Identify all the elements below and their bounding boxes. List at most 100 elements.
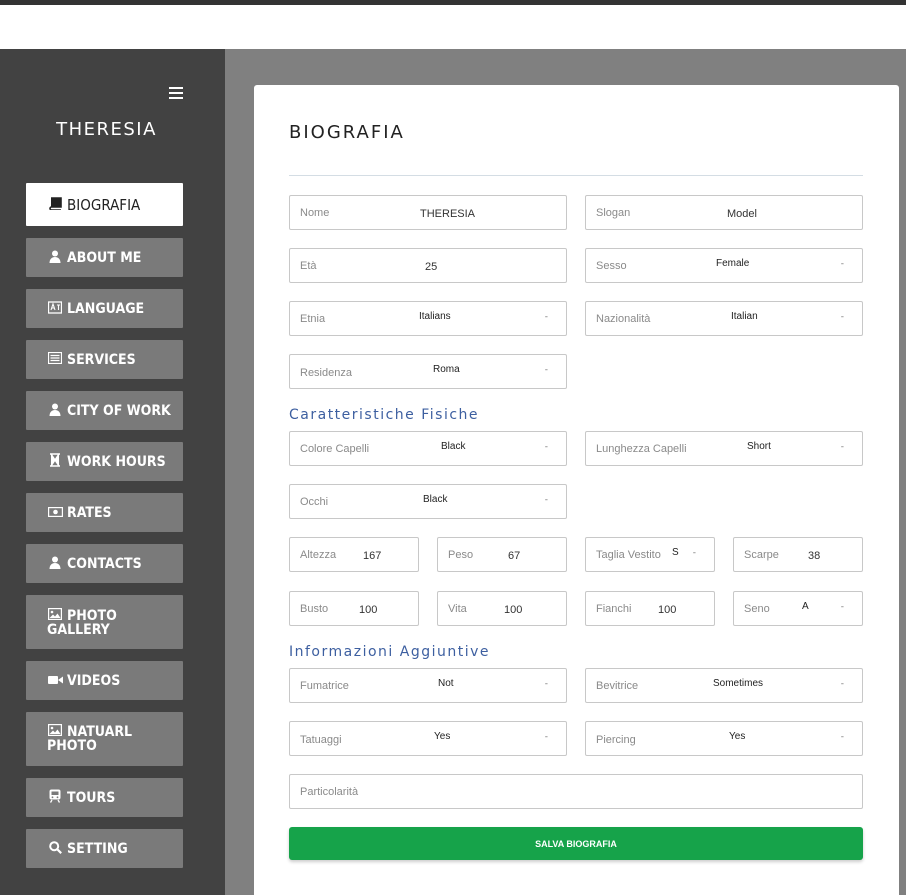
chevron-down-icon: -: [840, 312, 844, 322]
user-icon: [47, 403, 63, 419]
occhi-label: Occhi: [300, 496, 329, 508]
altezza-label: Altezza: [300, 549, 337, 561]
image-icon: [47, 608, 63, 623]
chevron-down-icon: -: [544, 495, 548, 505]
bevitrice-select[interactable]: Bevitrice Sometimes -: [585, 668, 863, 703]
sidebar-item-rates[interactable]: RATES: [26, 493, 183, 532]
fianchi-value: 100: [658, 604, 677, 616]
sesso-value: Female: [716, 258, 750, 269]
nazionalita-label: Nazionalità: [596, 313, 651, 325]
money-icon: [47, 506, 63, 520]
colore-capelli-select[interactable]: Colore Capelli Black -: [289, 431, 567, 466]
seno-select[interactable]: Seno A -: [733, 591, 863, 626]
residenza-value: Roma: [433, 364, 460, 375]
sidebar-item-natural-photo[interactable]: NATUARL PHOTO: [26, 712, 183, 766]
chevron-down-icon: -: [544, 679, 548, 689]
particolarita-input[interactable]: Particolarità: [289, 774, 863, 809]
lunghezza-capelli-label: Lunghezza Capelli: [596, 443, 687, 455]
save-biografia-button[interactable]: SALVA BIOGRAFIA: [289, 827, 863, 860]
section-informazioni-aggiuntive: Informazioni Aggiuntive: [289, 644, 491, 660]
etnia-select[interactable]: Etnia Italians -: [289, 301, 567, 336]
taglia-vestito-select[interactable]: Taglia Vestito S -: [585, 537, 715, 572]
sidebar-item-city-of-work[interactable]: CITY OF WORK: [26, 391, 183, 430]
book-icon: [47, 196, 63, 213]
sidebar-item-label-line2: GALLERY: [47, 622, 110, 638]
chevron-down-icon: -: [840, 259, 844, 269]
sidebar-item-label: SERVICES: [67, 351, 136, 368]
seno-value: A: [802, 601, 809, 612]
hamburger-menu-icon[interactable]: [169, 87, 183, 99]
sidebar-item-label: LANGUAGE: [67, 300, 145, 317]
hourglass-icon: [47, 453, 63, 470]
lunghezza-capelli-select[interactable]: Lunghezza Capelli Short -: [585, 431, 863, 466]
chevron-down-icon: -: [840, 732, 844, 742]
busto-input[interactable]: Busto 100: [289, 591, 419, 626]
chevron-down-icon: -: [840, 679, 844, 689]
residenza-label: Residenza: [300, 367, 352, 379]
busto-label: Busto: [300, 603, 329, 615]
sidebar-item-photo-gallery[interactable]: PHOTO GALLERY: [26, 595, 183, 649]
sidebar-item-label: TOURS: [67, 789, 116, 806]
user-icon: [47, 556, 63, 572]
search-icon: [47, 840, 63, 857]
altezza-input[interactable]: Altezza 167: [289, 537, 419, 572]
fianchi-label: Fianchi: [596, 603, 632, 615]
taglia-vestito-value: S: [672, 547, 679, 558]
sidebar-item-setting[interactable]: SETTING: [26, 829, 183, 868]
chevron-down-icon: -: [692, 548, 696, 558]
sidebar-item-label: BIOGRAFIA: [67, 195, 141, 214]
scarpe-label: Scarpe: [744, 549, 779, 561]
sidebar-item-videos[interactable]: VIDEOS: [26, 661, 183, 700]
nome-label: Nome: [300, 207, 330, 219]
sidebar-item-about-me[interactable]: ABOUT ME: [26, 238, 183, 277]
colore-capelli-label: Colore Capelli: [300, 443, 370, 455]
sidebar-item-label: WORK HOURS: [67, 453, 166, 470]
sidebar-item-label-line2: PHOTO: [47, 738, 97, 754]
title-divider: [289, 175, 863, 176]
sidebar-item-label: VIDEOS: [67, 672, 121, 689]
vita-input[interactable]: Vita 100: [437, 591, 567, 626]
sidebar-brand: THERESIA: [56, 119, 157, 140]
nome-input[interactable]: Nome THERESIA: [289, 195, 567, 230]
particolarita-label: Particolarità: [300, 786, 359, 798]
altezza-value: 167: [363, 550, 382, 562]
slogan-input[interactable]: Slogan Model: [585, 195, 863, 230]
busto-value: 100: [359, 604, 378, 616]
sidebar-item-tours[interactable]: TOURS: [26, 778, 183, 817]
peso-input[interactable]: Peso 67: [437, 537, 567, 572]
fianchi-input[interactable]: Fianchi 100: [585, 591, 715, 626]
sidebar-item-services[interactable]: SERVICES: [26, 340, 183, 379]
tatuaggi-label: Tatuaggi: [300, 734, 342, 746]
occhi-select[interactable]: Occhi Black -: [289, 484, 567, 519]
slogan-value: Model: [727, 208, 757, 220]
bevitrice-value: Sometimes: [713, 678, 764, 689]
eta-label: Età: [300, 260, 317, 272]
taglia-vestito-label: Taglia Vestito: [596, 549, 661, 561]
colore-capelli-value: Black: [441, 441, 466, 452]
scarpe-input[interactable]: Scarpe 38: [733, 537, 863, 572]
chevron-down-icon: -: [840, 442, 844, 452]
language-icon: [47, 300, 63, 317]
tatuaggi-value: Yes: [434, 731, 451, 742]
piercing-select[interactable]: Piercing Yes -: [585, 721, 863, 756]
chevron-down-icon: -: [544, 312, 548, 322]
seno-label: Seno: [744, 603, 770, 615]
peso-value: 67: [508, 550, 521, 562]
chevron-down-icon: -: [840, 602, 844, 612]
sidebar-item-biografia[interactable]: BIOGRAFIA: [26, 183, 183, 226]
sidebar-item-contacts[interactable]: CONTACTS: [26, 544, 183, 583]
eta-value: 25: [425, 261, 438, 273]
eta-input[interactable]: Età 25: [289, 248, 567, 283]
tatuaggi-select[interactable]: Tatuaggi Yes -: [289, 721, 567, 756]
slogan-label: Slogan: [596, 207, 631, 219]
fumatrice-select[interactable]: Fumatrice Not -: [289, 668, 567, 703]
sesso-select[interactable]: Sesso Female -: [585, 248, 863, 283]
page-title: BIOGRAFIA: [289, 122, 405, 143]
sidebar-item-language[interactable]: LANGUAGE: [26, 289, 183, 328]
residenza-select[interactable]: Residenza Roma -: [289, 354, 567, 389]
nazionalita-select[interactable]: Nazionalità Italian -: [585, 301, 863, 336]
sidebar-item-work-hours[interactable]: WORK HOURS: [26, 442, 183, 481]
list-icon: [47, 351, 63, 367]
user-icon: [47, 250, 63, 266]
fumatrice-label: Fumatrice: [300, 680, 349, 692]
